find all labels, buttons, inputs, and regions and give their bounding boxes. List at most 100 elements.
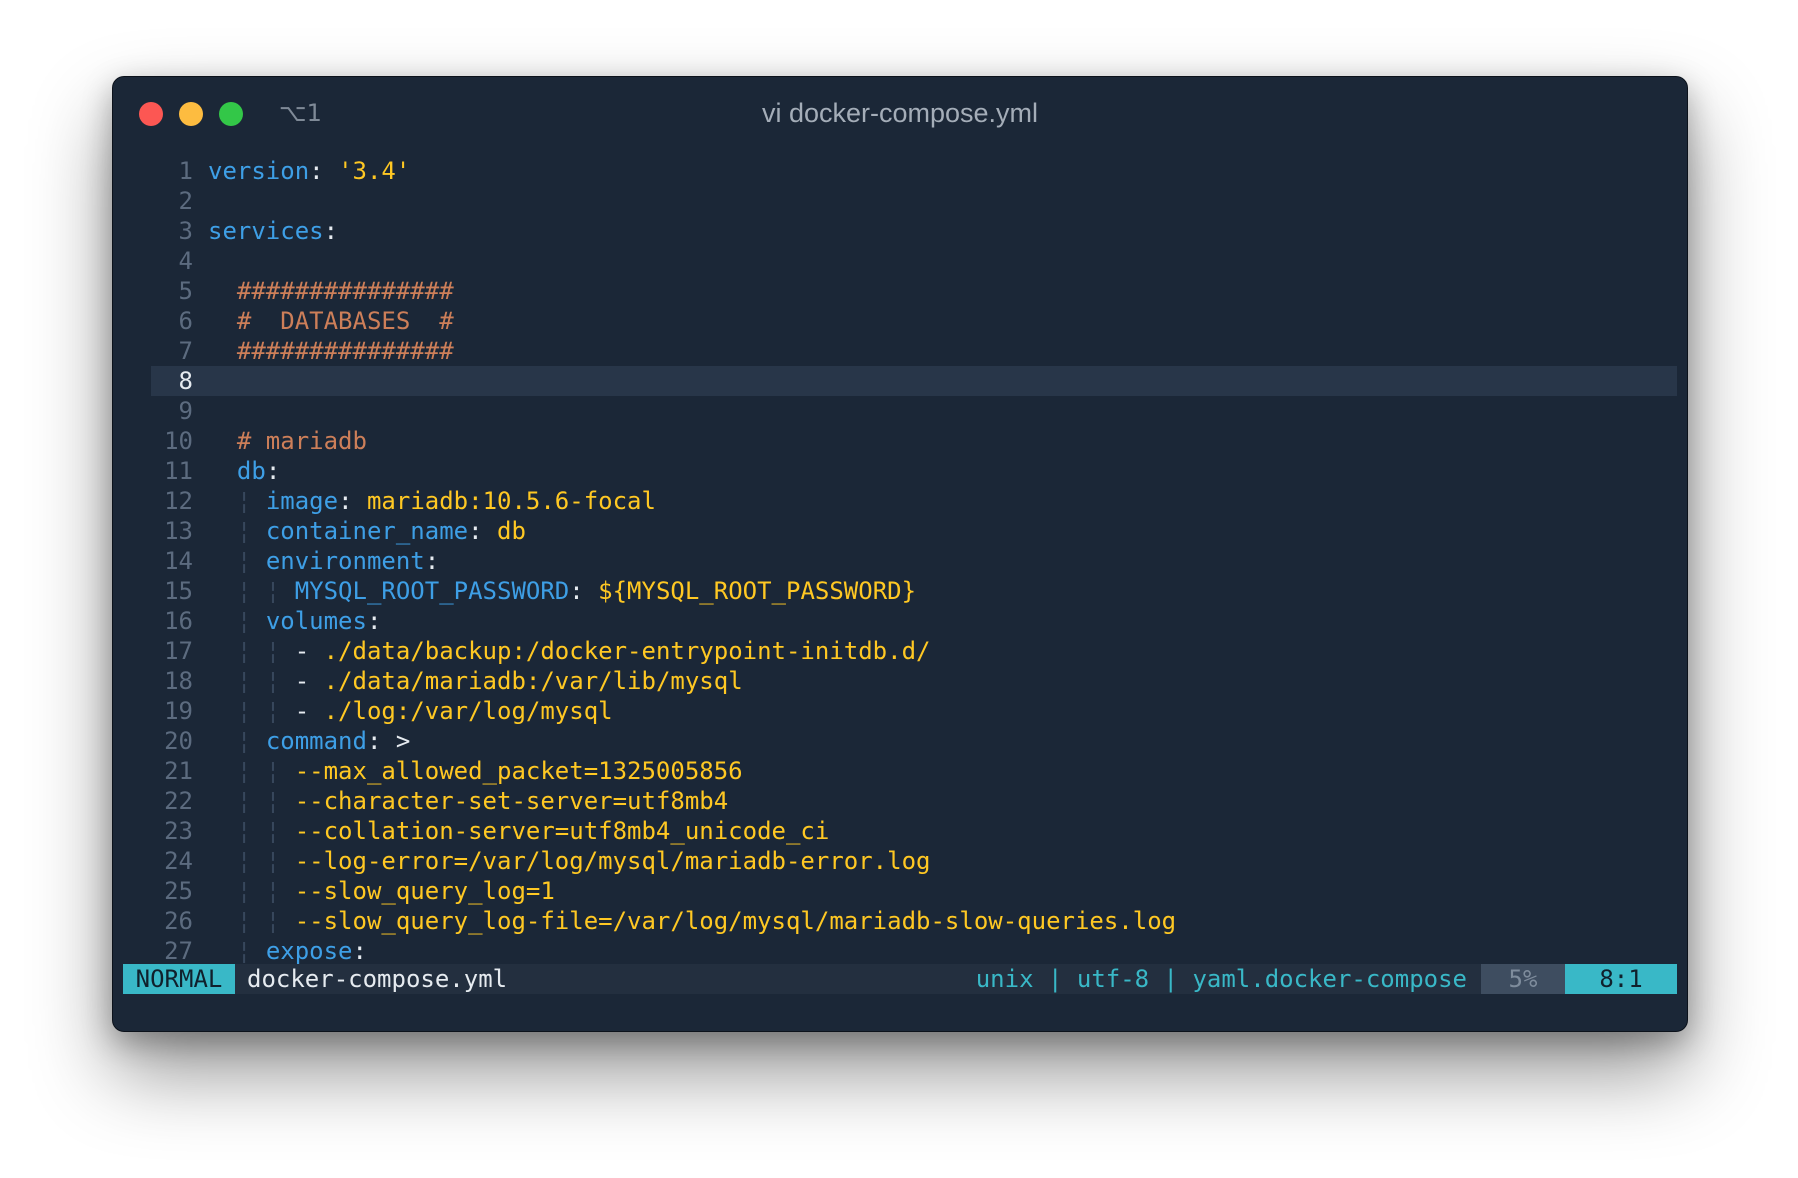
code-token: --max_allowed_packet=1325005856	[294, 757, 743, 785]
code-token: : >	[366, 727, 411, 755]
code-line[interactable]: 6 # DATABASES #	[151, 306, 1677, 336]
line-number: 4	[178, 247, 193, 275]
code-text: ¦ ¦ --collation-server=utf8mb4_unicode_c…	[208, 816, 829, 846]
code-line[interactable]: 17 ¦ ¦ - ./data/backup:/docker-entrypoin…	[151, 636, 1677, 666]
code-line[interactable]: 23 ¦ ¦ --collation-server=utf8mb4_unicod…	[151, 816, 1677, 846]
line-number: 5	[178, 277, 193, 305]
line-number: 20	[164, 727, 193, 755]
code-text: ¦ ¦ MYSQL_ROOT_PASSWORD: ${MYSQL_ROOT_PA…	[208, 576, 916, 606]
code-line[interactable]: 22 ¦ ¦ --character-set-server=utf8mb4	[151, 786, 1677, 816]
line-number: 11	[164, 457, 193, 485]
code-line[interactable]: 5 ###############	[151, 276, 1677, 306]
mode-indicator: NORMAL	[123, 964, 235, 994]
code-line[interactable]: 20 ¦ command: >	[151, 726, 1677, 756]
line-number: 25	[164, 877, 193, 905]
title-bar: ⌥1 vi docker-compose.yml	[113, 77, 1687, 149]
code-line[interactable]: 10 # mariadb	[151, 426, 1677, 456]
code-token: ./data/mariadb:/var/lib/mysql	[323, 667, 743, 695]
code-text: # mariadb	[208, 426, 367, 456]
code-text: ¦ ¦ - ./log:/var/log/mysql	[208, 696, 613, 726]
code-line[interactable]: 24 ¦ ¦ --log-error=/var/log/mysql/mariad…	[151, 846, 1677, 876]
code-text: ¦ ¦ --log-error=/var/log/mysql/mariadb-e…	[208, 846, 931, 876]
code-token: :	[352, 937, 367, 965]
statusline-fileinfo: unix | utf-8 | yaml.docker-compose	[975, 965, 1467, 993]
code-token: -	[294, 637, 324, 665]
code-line[interactable]: 13 ¦ container_name: db	[151, 516, 1677, 546]
code-token: :	[309, 157, 339, 185]
cursor-position: 8:1	[1565, 964, 1677, 994]
code-line[interactable]: 26 ¦ ¦ --slow_query_log-file=/var/log/my…	[151, 906, 1677, 936]
code-token: # DATABASES #	[236, 307, 454, 335]
code-token: ¦ ¦	[236, 787, 295, 815]
code-line[interactable]: 14 ¦ environment:	[151, 546, 1677, 576]
code-token: :	[366, 607, 382, 635]
code-line[interactable]: 7 ###############	[151, 336, 1677, 366]
vim-editor[interactable]: 1 version: '3.4' 2 3 services: 4 5 ###########…	[113, 156, 1687, 1031]
code-token: command	[265, 727, 367, 755]
code-token: ¦	[236, 727, 266, 755]
code-line[interactable]: 8	[151, 366, 1677, 396]
code-text: services:	[208, 216, 338, 246]
code-token: :	[265, 457, 281, 485]
code-line[interactable]: 12 ¦ image: mariadb:10.5.6-focal	[151, 486, 1677, 516]
code-line[interactable]: 21 ¦ ¦ --max_allowed_packet=1325005856	[151, 756, 1677, 786]
line-number: 12	[164, 487, 193, 515]
code-line[interactable]: 1 version: '3.4'	[151, 156, 1677, 186]
code-token: ./data/backup:/docker-entrypoint-initdb.…	[323, 637, 931, 665]
code-token: ¦ ¦	[236, 697, 295, 725]
code-line[interactable]: 19 ¦ ¦ - ./log:/var/log/mysql	[151, 696, 1677, 726]
line-number: 18	[164, 667, 193, 695]
code-token: expose	[265, 937, 353, 965]
code-line[interactable]: 9	[151, 396, 1677, 426]
line-number: 9	[178, 397, 193, 425]
line-number: 16	[164, 607, 193, 635]
code-token: ./log:/var/log/mysql	[323, 697, 613, 725]
code-token: -	[294, 697, 324, 725]
code-token: ${MYSQL_ROOT_PASSWORD}	[598, 577, 917, 605]
code-token: environment	[265, 547, 425, 575]
line-number: 13	[164, 517, 193, 545]
code-token: ¦ ¦	[236, 877, 295, 905]
code-text: ¦ volumes:	[208, 606, 382, 636]
line-number: 19	[164, 697, 193, 725]
code-token: # mariadb	[236, 427, 367, 455]
code-text: ¦ ¦ --slow_query_log-file=/var/log/mysql…	[208, 906, 1176, 936]
vim-statusline: NORMAL docker-compose.yml unix | utf-8 |…	[123, 964, 1677, 994]
code-text: ¦ ¦ --slow_query_log=1	[208, 876, 555, 906]
code-token: :	[569, 577, 599, 605]
code-text: ¦ container_name: db	[208, 516, 526, 546]
code-token: container_name	[265, 517, 469, 545]
line-number: 21	[164, 757, 193, 785]
code-token: ¦ ¦	[236, 907, 295, 935]
code-line[interactable]: 27 ¦ expose:	[151, 936, 1677, 966]
code-line[interactable]: 18 ¦ ¦ - ./data/mariadb:/var/lib/mysql	[151, 666, 1677, 696]
line-number: 24	[164, 847, 193, 875]
line-number: 10	[164, 427, 193, 455]
line-number: 27	[164, 937, 193, 965]
code-line[interactable]: 25 ¦ ¦ --slow_query_log=1	[151, 876, 1677, 906]
code-line[interactable]: 15 ¦ ¦ MYSQL_ROOT_PASSWORD: ${MYSQL_ROOT…	[151, 576, 1677, 606]
code-line[interactable]: 2	[151, 186, 1677, 216]
code-token: ¦	[236, 937, 266, 965]
line-number: 15	[164, 577, 193, 605]
code-text: # DATABASES #	[208, 306, 454, 336]
code-line[interactable]: 11 db:	[151, 456, 1677, 486]
code-line[interactable]: 16 ¦ volumes:	[151, 606, 1677, 636]
code-line[interactable]: 4	[151, 246, 1677, 276]
code-token: :	[424, 547, 440, 575]
code-token: ¦ ¦	[236, 847, 295, 875]
code-token: ¦	[236, 487, 266, 515]
code-line[interactable]: 3 services:	[151, 216, 1677, 246]
